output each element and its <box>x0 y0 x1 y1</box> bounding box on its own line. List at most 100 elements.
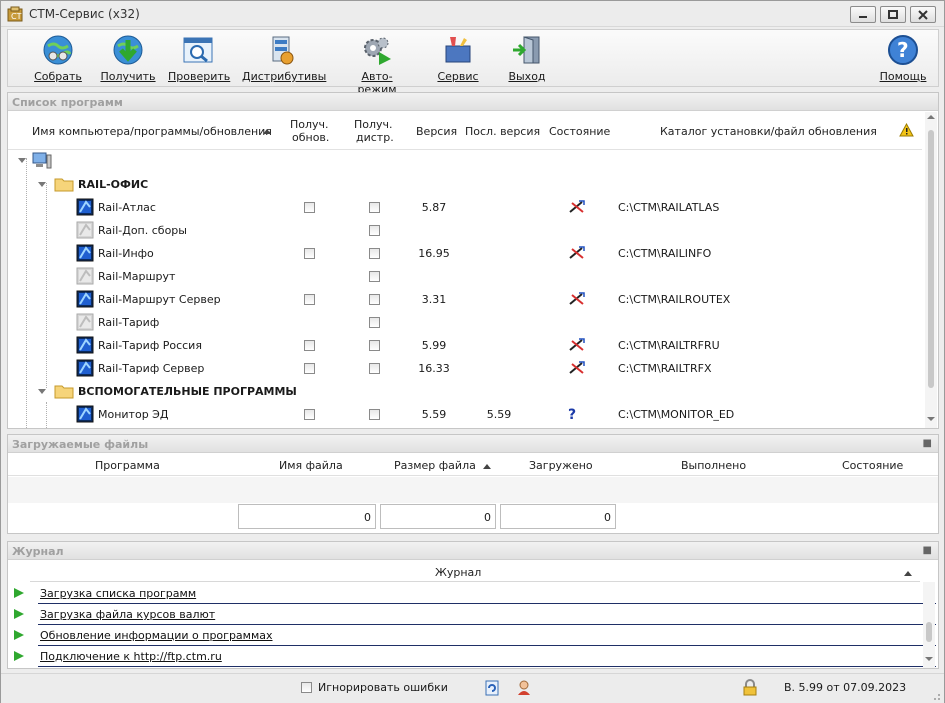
folder-icon <box>54 385 74 399</box>
help-button[interactable]: ? Помощь <box>878 34 928 83</box>
program-icon-disabled <box>76 221 94 239</box>
magnifier-window-icon <box>183 37 213 63</box>
exit-door-icon <box>513 36 540 64</box>
total-loaded: 0 <box>380 504 496 529</box>
collect-button[interactable]: Собрать <box>30 34 86 83</box>
group-aux-programs[interactable]: ВСПОМОГАТЕЛЬНЫЕ ПРОГРАММЫ <box>8 380 922 403</box>
program-row[interactable]: Rail-Тариф Сервер 16.33 C:\CTM\RAILTRFX <box>8 357 922 380</box>
journal-item[interactable]: Загрузка файла курсов валют <box>14 604 936 625</box>
program-row[interactable]: Rail-Атлас 5.87 C:\CTM\RAILATLAS <box>8 196 922 219</box>
user-support-icon[interactable] <box>516 679 532 696</box>
pin-icon[interactable]: ■ <box>923 438 932 449</box>
state-unknown-icon: ? <box>568 407 577 423</box>
title-bar: CT СТМ-Сервис (x32) <box>1 1 944 27</box>
get-dist-checkbox[interactable] <box>369 294 380 305</box>
col-name-header[interactable]: Имя компьютера/программы/обновления <box>32 125 272 138</box>
automode-button[interactable]: Авто-режим <box>344 34 410 96</box>
distributive-box-icon <box>272 36 294 65</box>
status-bar: Игнорировать ошибки В. 5.99 от 07.09.202… <box>1 673 944 703</box>
minimize-icon <box>859 16 867 18</box>
maximize-button[interactable] <box>880 6 906 23</box>
get-dist-checkbox[interactable] <box>369 409 380 420</box>
program-row[interactable]: Монитор ЭД 5.59 5.59? C:\CTM\MONITOR_ED <box>8 403 922 426</box>
journal-item[interactable]: Загрузка списка программ <box>14 583 936 604</box>
get-dist-checkbox[interactable] <box>369 363 380 374</box>
program-name: Rail-Атлас <box>98 201 156 214</box>
col-filesize-header[interactable]: Размер файла <box>394 459 476 472</box>
col-filename-header[interactable]: Имя файла <box>279 459 343 472</box>
distributives-button[interactable]: Дистрибутивы <box>242 34 326 83</box>
program-row[interactable]: Rail-Инфо 16.95 C:\CTM\RAILINFO <box>8 242 922 265</box>
program-row[interactable]: Rail-Маршрут Сервер 3.31 C:\CTM\RAILROUTEX <box>8 288 922 311</box>
program-name: Rail-Инфо <box>98 247 154 260</box>
col-get-dist-header[interactable]: Получ. <box>354 118 393 131</box>
program-row[interactable]: Rail-Доп. сборы <box>8 219 922 242</box>
programs-header: Имя компьютера/программы/обновления Полу… <box>8 112 922 150</box>
program-row[interactable]: Rail-Тариф <box>8 311 922 334</box>
resize-grip-icon[interactable] <box>931 691 941 701</box>
col-state-header[interactable]: Состояние <box>842 459 903 472</box>
program-icon <box>76 405 94 423</box>
programs-panel-title: Список программ <box>8 93 938 111</box>
version-cell: 5.87 <box>421 201 447 214</box>
document-refresh-icon[interactable] <box>485 680 499 696</box>
program-icon-disabled <box>76 313 94 331</box>
sort-asc-icon <box>904 571 912 576</box>
program-row[interactable]: Rail-Тариф Россия 5.99 C:\CTM\RAILTRFRU <box>8 334 922 357</box>
get-dist-checkbox[interactable] <box>369 340 380 351</box>
scroll-thumb[interactable] <box>928 130 934 388</box>
col-get-updates-header[interactable]: Получ. <box>290 118 329 131</box>
col-last-version-header[interactable]: Посл. версия <box>465 125 540 138</box>
get-updates-checkbox[interactable] <box>304 363 315 374</box>
pin-icon[interactable]: ■ <box>923 545 932 556</box>
get-updates-checkbox[interactable] <box>304 294 315 305</box>
col-done-header[interactable]: Выполнено <box>681 459 746 472</box>
scroll-thumb[interactable] <box>926 622 932 642</box>
receive-button[interactable]: Получить <box>100 34 156 83</box>
state-outdated-icon <box>568 200 586 217</box>
version-cell: 16.33 <box>418 362 450 375</box>
group-rail-office[interactable]: RAIL-ОФИС <box>8 173 922 196</box>
programs-scrollbar[interactable] <box>925 112 937 428</box>
downloads-list-empty <box>8 477 938 503</box>
scroll-down-icon <box>925 657 933 661</box>
col-version-header[interactable]: Версия <box>416 125 457 138</box>
program-icon <box>76 244 94 262</box>
minimize-button[interactable] <box>850 6 876 23</box>
get-dist-checkbox[interactable] <box>369 271 380 282</box>
get-updates-checkbox[interactable] <box>304 202 315 213</box>
ignore-errors-checkbox[interactable] <box>301 682 312 693</box>
col-loaded-header[interactable]: Загружено <box>529 459 593 472</box>
get-updates-checkbox[interactable] <box>304 340 315 351</box>
close-icon <box>918 10 928 20</box>
computer-node[interactable] <box>8 150 922 173</box>
get-updates-checkbox[interactable] <box>304 248 315 259</box>
col-program-header[interactable]: Программа <box>95 459 160 472</box>
get-dist-checkbox[interactable] <box>369 225 380 236</box>
get-dist-checkbox[interactable] <box>369 248 380 259</box>
app-icon: CT <box>7 6 23 22</box>
check-button[interactable]: Проверить <box>168 34 230 83</box>
play-arrow-icon <box>14 609 24 619</box>
close-button[interactable] <box>910 6 936 23</box>
get-dist-checkbox[interactable] <box>369 317 380 328</box>
col-journal-header[interactable]: Журнал <box>435 566 481 579</box>
program-icon <box>76 198 94 216</box>
service-button[interactable]: Сервис <box>434 34 482 83</box>
program-row[interactable]: Rail-Маршрут <box>8 265 922 288</box>
get-dist-checkbox[interactable] <box>369 202 380 213</box>
main-window: CT СТМ-Сервис (x32) Собрать Получить Про… <box>0 0 945 703</box>
state-outdated-icon <box>568 246 586 263</box>
downloads-panel-title: Загружаемые файлы <box>12 438 149 451</box>
journal-scrollbar[interactable] <box>923 582 935 668</box>
col-state-header[interactable]: Состояние <box>549 125 610 138</box>
get-updates-checkbox[interactable] <box>304 409 315 420</box>
sort-asc-icon <box>263 129 271 134</box>
exit-button[interactable]: Выход <box>504 34 550 83</box>
col-catalog-header[interactable]: Каталог установки/файл обновления <box>660 125 877 138</box>
scroll-down-icon <box>927 417 935 421</box>
journal-item[interactable]: Обновление информации о программах <box>14 625 936 646</box>
expand-arrow-icon <box>18 158 26 163</box>
journal-item[interactable]: Подключение к http://ftp.ctm.ru <box>14 646 936 667</box>
svg-text:?: ? <box>897 38 909 62</box>
